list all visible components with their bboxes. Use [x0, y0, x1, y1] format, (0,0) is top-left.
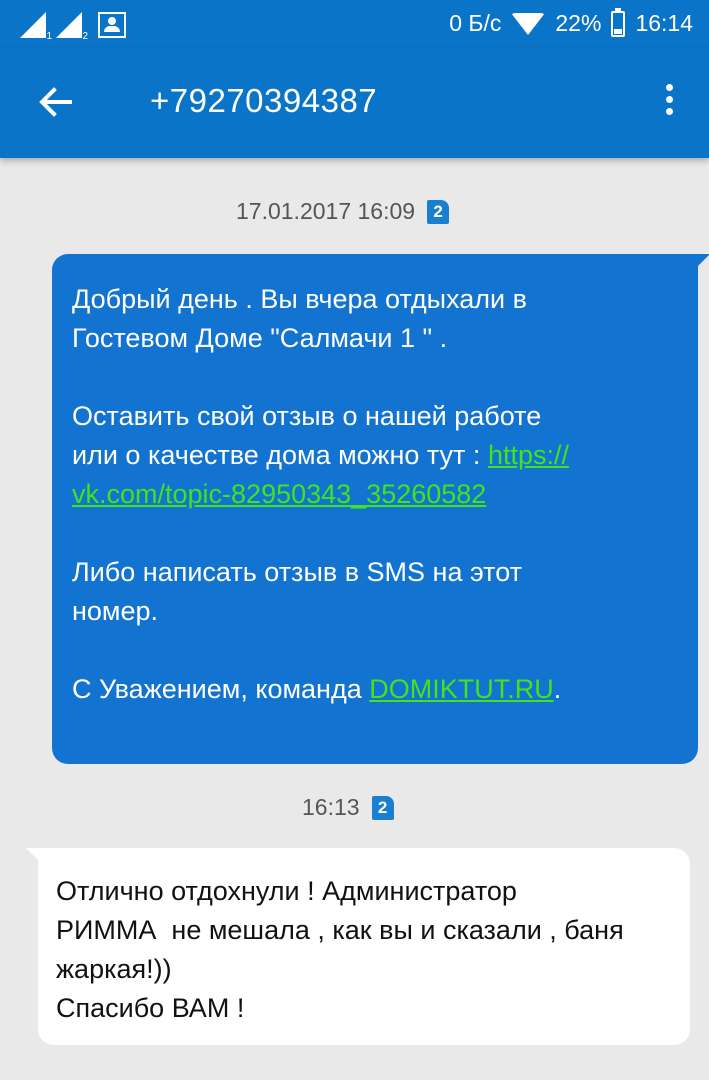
clock: 16:14	[635, 10, 693, 36]
more-vert-icon[interactable]	[659, 84, 679, 124]
message-line: Добрый день . Вы вчера отдыхали в	[72, 284, 527, 314]
timestamp-text: 17.01.2017 16:09	[236, 198, 416, 224]
message-paragraph: С Уважением, команда DOMIKTUT.RU.	[72, 670, 678, 709]
message-line: .	[553, 674, 562, 704]
data-speed: 0 Б/с	[449, 10, 502, 36]
message-line: РИММА не мешала , как вы и сказали , бан…	[56, 915, 624, 945]
message-line: Либо написать отзыв в SMS на этот	[72, 557, 523, 587]
message-line: или о качестве дома можно тут :	[72, 440, 488, 470]
outgoing-message-bubble[interactable]: Отлично отдохнули ! Администратор РИММА …	[26, 848, 690, 1045]
app-bar: +79270394387	[0, 48, 709, 158]
sim2-label: 2	[82, 31, 88, 42]
domiktut-link[interactable]: DOMIKTUT.RU	[369, 674, 554, 704]
signal-icon: 2	[56, 10, 88, 42]
message-line: Спасибо ВАМ !	[56, 993, 245, 1023]
message-paragraph: Оставить свой отзыв о нашей работе или о…	[72, 397, 678, 514]
sim-badge-icon: 2	[427, 199, 450, 224]
sim-badge-icon: 2	[371, 795, 394, 820]
status-right: 0 Б/с 22% 16:14	[449, 7, 693, 37]
message-line: номер.	[72, 596, 159, 626]
arrow-back-icon[interactable]	[34, 80, 78, 124]
photo-notification-icon	[98, 12, 126, 38]
status-bar: 1 2 0 Б/с 22% 16:14	[0, 0, 709, 48]
message-line: Гостевом Доме "Салмачи 1 " .	[72, 323, 448, 353]
message-paragraph: Добрый день . Вы вчера отдыхали в Гостев…	[72, 280, 678, 358]
message-timestamp: 17.01.2017 16:09 2	[236, 198, 450, 225]
incoming-message-bubble[interactable]: Добрый день . Вы вчера отдыхали в Гостев…	[52, 254, 709, 764]
status-left-icons: 1 2	[20, 10, 126, 42]
message-line: Оставить свой отзыв о нашей работе	[72, 401, 542, 431]
battery-percent: 22%	[555, 10, 602, 36]
message-timestamp: 16:13 2	[302, 794, 394, 821]
signal-icon: 1	[20, 10, 52, 42]
message-paragraph: Либо написать отзыв в SMS на этот номер.	[72, 553, 678, 631]
wifi-icon	[511, 12, 546, 35]
conversation-title: +79270394387	[150, 82, 378, 119]
message-line: жаркая!))	[56, 954, 172, 984]
timestamp-text: 16:13	[302, 794, 360, 820]
message-line: Отлично отдохнули ! Администратор	[56, 876, 517, 906]
battery-icon	[611, 7, 626, 37]
message-line: С Уважением, команда	[72, 674, 370, 704]
sim1-label: 1	[46, 31, 52, 42]
